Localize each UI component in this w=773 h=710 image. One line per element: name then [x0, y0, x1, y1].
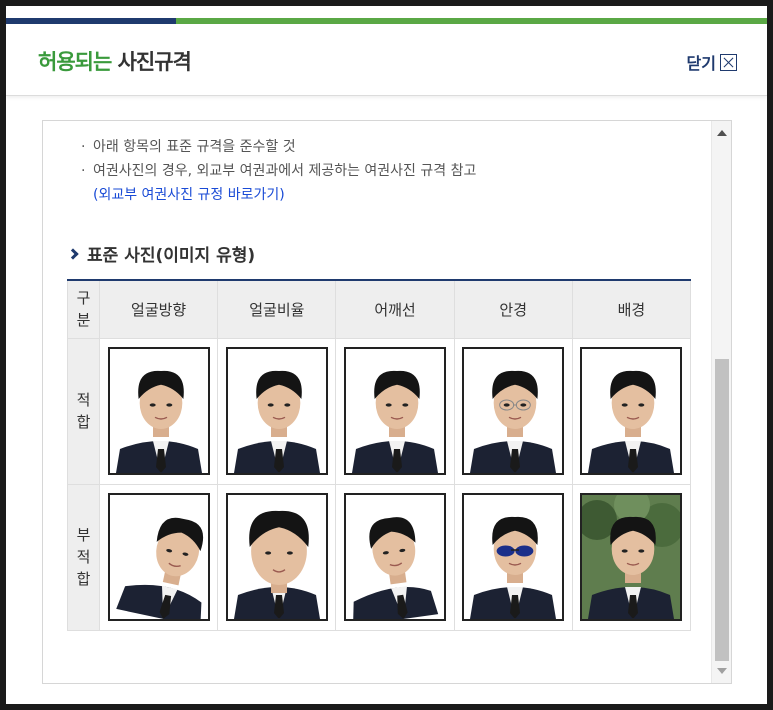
column-header: 안경 [453, 279, 573, 339]
guideline-item: · 여권사진의 경우, 외교부 여권과에서 제공하는 여권사진 규격 참고 [81, 163, 477, 179]
passport-rules-link[interactable]: (외교부 여권사진 규정 바로가기) [81, 187, 285, 203]
guideline-list: · 아래 항목의 표준 규격을 준수할 것 · 여권사진의 경우, 외교부 여권과에… [81, 135, 476, 207]
chevron-right-icon [67, 247, 79, 260]
photo-cell [453, 483, 573, 631]
column-header: 얼굴비율 [217, 279, 337, 339]
modal-window: 허용되는 사진규격 닫기 · 아래 항목의 표준 규격을 준수할 것 · 여권사진의… [6, 6, 767, 704]
corner-header: 구분 [66, 279, 101, 339]
modal-title-highlight: 허용되는 [38, 50, 112, 74]
guideline-item: (외교부 여권사진 규정 바로가기) [81, 183, 476, 207]
photo-cell [335, 337, 455, 485]
scroll-up-arrow-icon[interactable] [717, 130, 727, 136]
photo-unsuitable-face-direction [107, 493, 210, 621]
row-header: 부적합 [66, 483, 101, 631]
photo-cell [99, 337, 219, 485]
column-header: 얼굴방향 [99, 279, 219, 339]
table-header-row: 구분 얼굴방향 얼굴비율 어깨선 안경 배경 [66, 279, 692, 339]
photo-suitable-background [580, 347, 683, 475]
table-row: 부적합 [66, 483, 692, 631]
photo-suitable-face-ratio [225, 347, 328, 475]
guideline-text-1: 아래 항목의 표준 규격을 준수할 것 [93, 139, 296, 155]
scroll-down-arrow-icon[interactable] [717, 668, 727, 674]
close-button[interactable]: 닫기 [687, 50, 737, 74]
photo-unsuitable-face-ratio [225, 493, 328, 621]
close-label: 닫기 [686, 54, 716, 73]
row-header: 적합 [66, 337, 101, 485]
content-body: · 아래 항목의 표준 규격을 준수할 것 · 여권사진의 경우, 외교부 여권과에… [43, 121, 711, 683]
photo-cell [571, 483, 692, 631]
photo-cell [217, 337, 337, 485]
guideline-text-2: 여권사진의 경우, 외교부 여권과에서 제공하는 여권사진 규격 참고 [93, 163, 477, 179]
photo-suitable-face-direction [107, 347, 210, 475]
scrollbar-thumb[interactable] [715, 359, 729, 661]
guideline-item: · 아래 항목의 표준 규격을 준수할 것 [81, 139, 296, 155]
photo-unsuitable-background [580, 493, 683, 621]
column-header: 어깨선 [335, 279, 455, 339]
modal-title: 허용되는 사진규격 [38, 46, 192, 76]
section-title: 표준 사진(이미지 유형) [67, 241, 255, 266]
modal-title-rest: 사진규격 [111, 50, 192, 74]
vertical-scrollbar[interactable] [711, 121, 731, 683]
photo-cell [335, 483, 455, 631]
section-title-text: 표준 사진(이미지 유형) [87, 246, 256, 266]
photo-cell [99, 483, 219, 631]
photo-unsuitable-glasses [462, 493, 565, 621]
table-row: 적합 [66, 337, 692, 485]
photo-unsuitable-shoulder-line [344, 493, 447, 621]
modal-header: 허용되는 사진규격 닫기 [6, 24, 767, 96]
close-x-icon[interactable] [720, 53, 737, 71]
content-scroll-area[interactable]: · 아래 항목의 표준 규격을 준수할 것 · 여권사진의 경우, 외교부 여권과에… [42, 120, 732, 684]
photo-suitable-shoulder-line [344, 347, 447, 475]
photo-cell [217, 483, 337, 631]
photo-suitable-glasses [462, 347, 565, 475]
photo-standard-table: 구분 얼굴방향 얼굴비율 어깨선 안경 배경 적합 부 적 합 [66, 279, 692, 631]
column-header: 배경 [571, 279, 692, 339]
photo-cell [453, 337, 573, 485]
photo-cell [571, 337, 692, 485]
